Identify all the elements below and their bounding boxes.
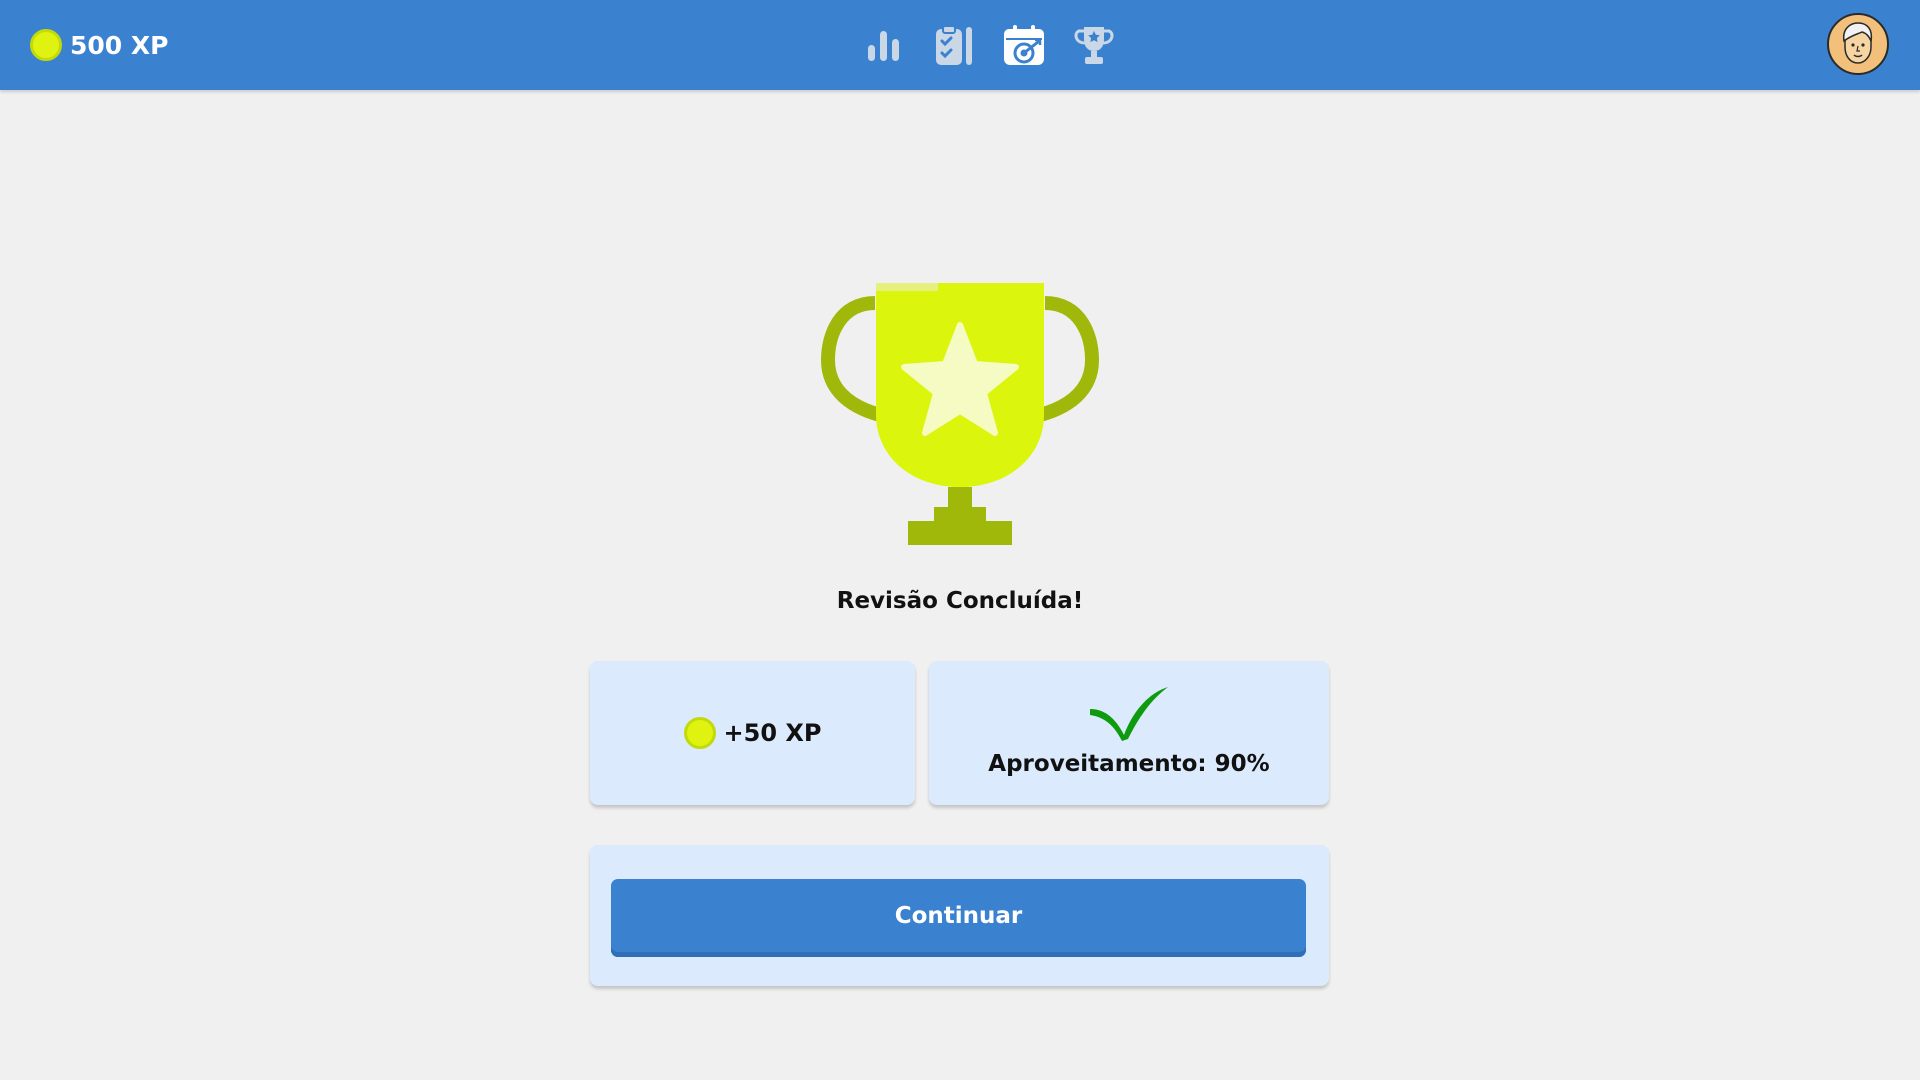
trophy-star-icon	[820, 283, 1100, 545]
clipboard-check-icon	[936, 25, 972, 65]
coin-icon	[30, 29, 62, 61]
score-card: Aproveitamento: 90%	[929, 661, 1329, 805]
coin-icon	[683, 717, 716, 749]
xp-reward-label: +50 XP	[723, 719, 822, 747]
continue-button[interactable]: Continuar	[611, 879, 1306, 957]
tasks-nav-button[interactable]	[930, 22, 978, 68]
trophy-star-icon	[1074, 27, 1114, 64]
review-nav-button[interactable]	[1000, 22, 1048, 68]
xp-counter: 500 XP	[30, 29, 169, 61]
calendar-target-icon	[1004, 25, 1044, 65]
score-label: Aproveitamento: 90%	[988, 751, 1270, 777]
continue-panel: Continuar	[590, 845, 1329, 986]
xp-counter-label: 500 XP	[70, 30, 169, 60]
completion-title: Revisão Concluída!	[836, 588, 1084, 614]
main-nav	[860, 22, 1118, 68]
user-avatar-icon	[1842, 22, 1873, 64]
stats-nav-button[interactable]	[860, 22, 908, 68]
checkmark-icon	[1090, 687, 1168, 741]
bar-chart-icon	[868, 31, 899, 61]
profile-avatar-button[interactable]	[1827, 13, 1889, 75]
achievements-nav-button[interactable]	[1070, 22, 1118, 68]
xp-reward-card: +50 XP	[590, 661, 915, 805]
top-bar: 500 XP	[0, 0, 1920, 90]
